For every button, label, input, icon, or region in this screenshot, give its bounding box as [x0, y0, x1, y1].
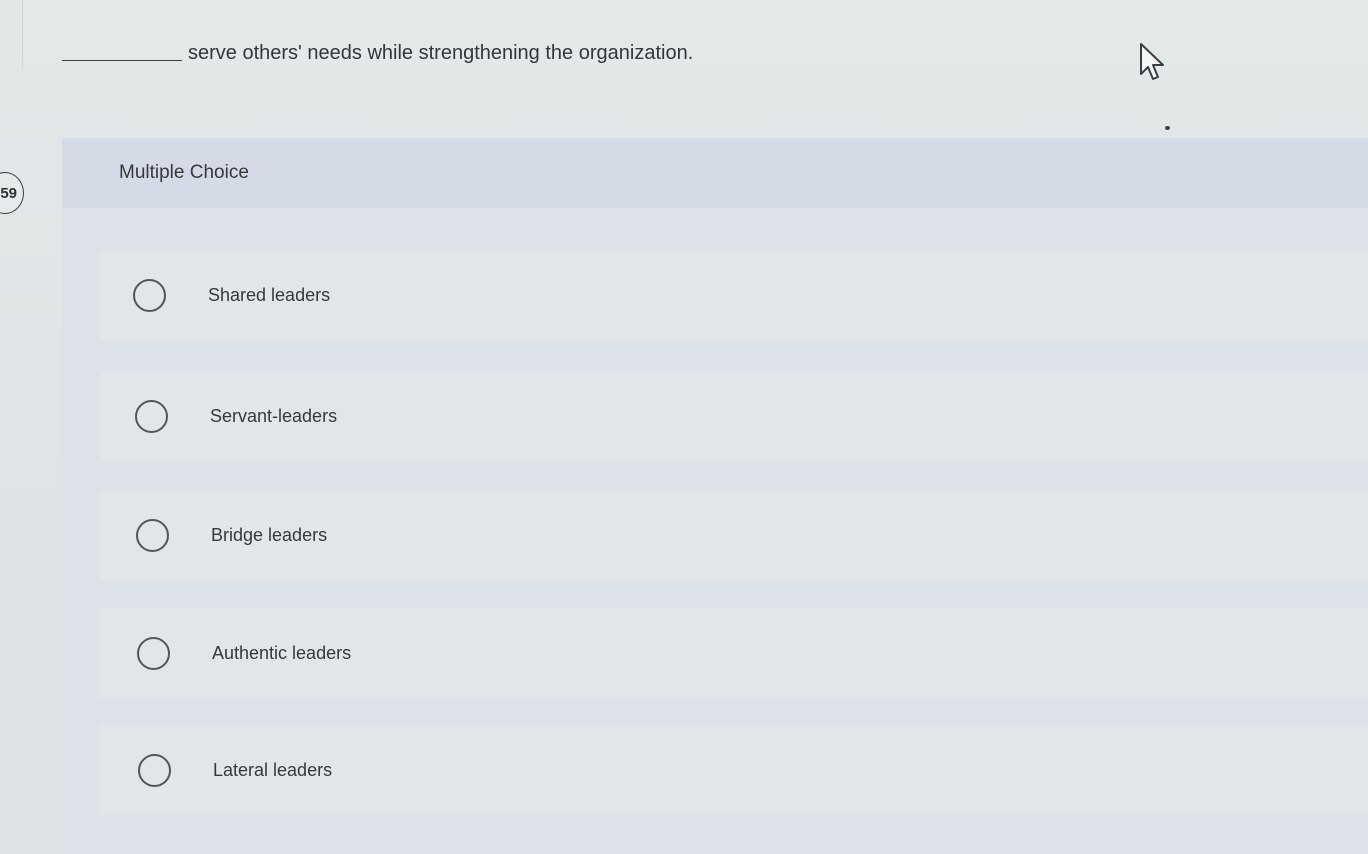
question-type-header: Multiple Choice — [62, 138, 1368, 208]
question-type-label: Multiple Choice — [119, 162, 249, 183]
mouse-pointer-icon — [1140, 43, 1164, 80]
answer-option-authentic-leaders[interactable]: Authentic leaders — [100, 608, 1368, 698]
radio-button[interactable] — [135, 399, 168, 433]
left-rail — [0, 0, 23, 70]
question-number: 59 — [0, 184, 17, 202]
answer-option-bridge-leaders[interactable]: Bridge leaders — [100, 490, 1368, 580]
radio-button[interactable] — [138, 753, 171, 787]
answer-option-shared-leaders[interactable]: Shared leaders — [100, 250, 1368, 340]
option-label: Lateral leaders — [213, 759, 333, 780]
answer-option-servant-leaders[interactable]: Servant-leaders — [100, 371, 1368, 461]
option-label: Authentic leaders — [212, 642, 352, 663]
fill-in-blank — [62, 60, 182, 61]
radio-button[interactable] — [137, 636, 170, 670]
option-label: Bridge leaders — [211, 524, 328, 545]
question-number-badge: 59 — [0, 172, 24, 214]
screen-speck — [1165, 126, 1170, 130]
question-prompt: serve others' needs while strengthening … — [62, 42, 693, 65]
radio-button[interactable] — [133, 278, 166, 312]
option-label: Shared leaders — [208, 284, 331, 305]
question-text: serve others' needs while strengthening … — [188, 42, 694, 64]
option-label: Servant-leaders — [210, 405, 338, 426]
radio-button[interactable] — [136, 518, 169, 552]
question-panel: Multiple Choice Shared leaders Servant-l… — [62, 138, 1368, 854]
answer-option-lateral-leaders[interactable]: Lateral leaders — [100, 725, 1368, 815]
